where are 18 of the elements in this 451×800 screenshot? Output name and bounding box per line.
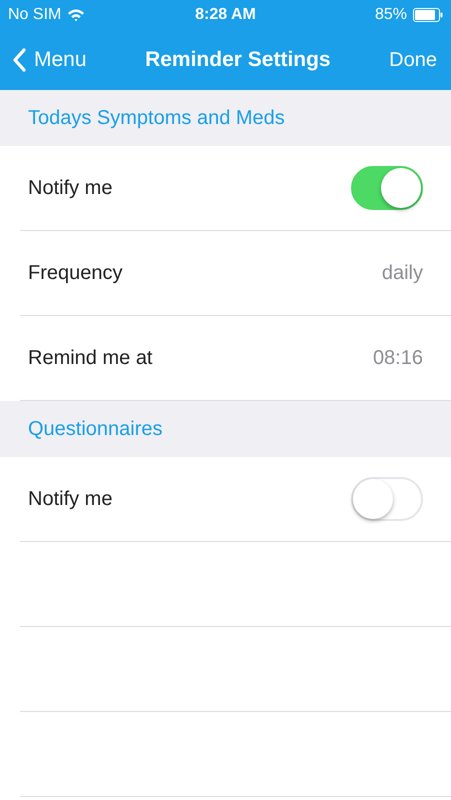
section-title: Todays Symptoms and Meds [28, 106, 285, 130]
battery-percent: 85% [374, 6, 407, 24]
carrier-label: No SIM [8, 6, 62, 24]
row-value: daily [382, 262, 423, 284]
done-button[interactable]: Done [389, 48, 437, 72]
wifi-icon [67, 8, 86, 22]
row-value: 08:16 [372, 346, 423, 370]
row-label: Notify me [28, 176, 112, 200]
row-label: Frequency [28, 262, 122, 284]
battery-icon [413, 8, 443, 22]
chevron-left-icon [12, 48, 26, 72]
section-title: Questionnaires [28, 418, 163, 440]
back-button[interactable]: Menu [12, 48, 87, 72]
row-label: Notify me [28, 488, 112, 510]
screen-title: Reminder Settings [145, 48, 331, 72]
status-time: 8:28 AM [195, 6, 256, 24]
toggle-switch[interactable] [351, 166, 423, 210]
row-label: Remind me at [28, 346, 152, 370]
